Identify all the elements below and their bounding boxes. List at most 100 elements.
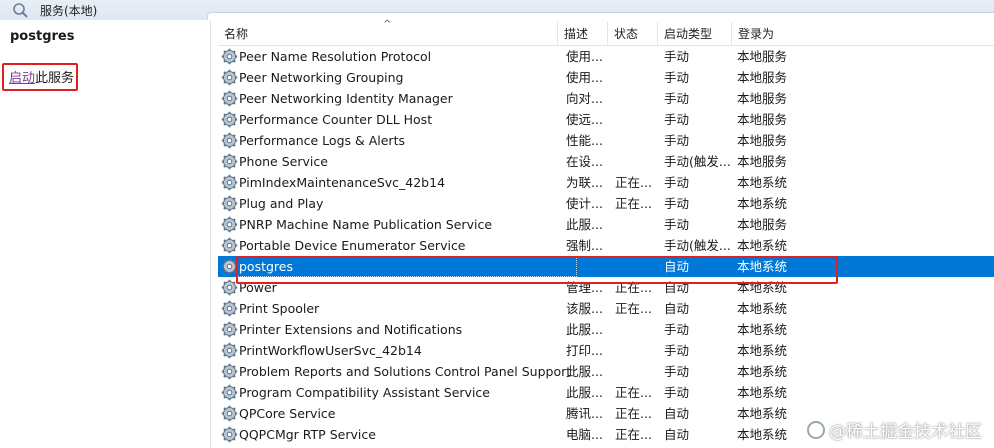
- service-row[interactable]: Peer Name Resolution Protocol 使用... 手动 本地服务: [218, 46, 994, 67]
- service-name: PrintWorkflowUserSvc_42b14: [239, 343, 422, 358]
- gear-icon: [221, 258, 238, 275]
- service-startup-type: 手动: [664, 217, 690, 232]
- service-startup-type: 手动: [664, 343, 690, 358]
- service-log-on-as: 本地服务: [737, 49, 788, 64]
- column-header-log-on-as[interactable]: 登录为: [732, 22, 994, 45]
- service-name: Plug and Play: [239, 196, 324, 211]
- watermark: @稀土掘金技术社区: [807, 417, 982, 442]
- service-startup-type: 自动: [664, 406, 690, 421]
- gear-icon: [221, 426, 238, 443]
- column-header-startup-type[interactable]: 启动类型: [658, 22, 732, 45]
- service-log-on-as: 本地服务: [737, 154, 788, 169]
- service-row[interactable]: PimIndexMaintenanceSvc_42b14 为联... 正在... 手动…: [218, 172, 994, 193]
- service-startup-type: 手动: [664, 91, 690, 106]
- service-description: 向对...: [566, 91, 603, 106]
- watermark-text: @稀土掘金技术社区: [829, 422, 982, 442]
- service-row[interactable]: Program Compatibility Assistant Service 此…: [218, 382, 994, 403]
- service-row[interactable]: Peer Networking Grouping 使用... 手动 本地服务: [218, 67, 994, 88]
- gear-icon: [221, 174, 238, 191]
- service-name: postgres: [239, 259, 293, 274]
- service-log-on-as: 本地系统: [737, 196, 788, 211]
- service-description: 该服...: [566, 301, 603, 316]
- service-log-on-as: 本地系统: [737, 301, 788, 316]
- service-startup-type: 手动: [664, 364, 690, 379]
- service-description: 打印...: [566, 343, 603, 358]
- service-name: PimIndexMaintenanceSvc_42b14: [239, 175, 446, 190]
- service-startup-type: 手动(触发...: [664, 238, 731, 253]
- service-description: 在设...: [566, 154, 603, 169]
- gear-icon: [221, 342, 238, 359]
- service-log-on-as: 本地系统: [737, 322, 788, 337]
- service-row[interactable]: Print Spooler 该服... 正在... 自动 本地系统: [218, 298, 994, 319]
- sort-ascending-icon: ^: [383, 19, 392, 30]
- service-row[interactable]: Problem Reports and Solutions Control Pa…: [218, 361, 994, 382]
- start-service-suffix: 此服务: [35, 71, 75, 86]
- window-title: 服务(本地): [40, 4, 98, 18]
- gear-icon: [221, 111, 238, 128]
- service-log-on-as: 本地服务: [737, 133, 788, 148]
- service-startup-type: 自动: [664, 301, 690, 316]
- gear-icon: [221, 90, 238, 107]
- service-row[interactable]: Performance Counter DLL Host 使远... 手动 本地服务: [218, 109, 994, 130]
- service-description: 使用...: [566, 49, 603, 64]
- service-row[interactable]: Peer Networking Identity Manager 向对... 手动 本…: [218, 88, 994, 109]
- service-log-on-as: 本地服务: [737, 112, 788, 127]
- service-startup-type: 手动: [664, 49, 690, 64]
- service-name: Performance Logs & Alerts: [239, 133, 405, 148]
- service-description: 电脑...: [566, 427, 603, 442]
- service-description: 使远...: [566, 112, 603, 127]
- service-name: Program Compatibility Assistant Service: [239, 385, 490, 400]
- gear-icon: [221, 69, 238, 86]
- service-row[interactable]: Plug and Play 使计... 正在... 手动 本地系统: [218, 193, 994, 214]
- service-startup-type: 手动: [664, 196, 690, 211]
- services-table-header: 名称 描述 状态 启动类型 登录为: [218, 22, 994, 46]
- gear-icon: [221, 279, 238, 296]
- watermark-logo-icon: [807, 420, 825, 439]
- column-header-description[interactable]: 描述: [558, 22, 608, 45]
- gear-icon: [221, 321, 238, 338]
- service-row[interactable]: Portable Device Enumerator Service 强制... 手…: [218, 235, 994, 256]
- service-description: 强制...: [566, 238, 603, 253]
- service-detail-panel: postgres 启动此服务: [0, 20, 211, 448]
- gear-icon: [221, 405, 238, 422]
- service-row[interactable]: Power 管理... 正在... 自动 本地系统: [218, 277, 994, 298]
- service-row[interactable]: Performance Logs & Alerts 性能... 手动 本地服务: [218, 130, 994, 151]
- service-status: 正在...: [615, 175, 652, 190]
- gear-icon: [221, 48, 238, 65]
- start-service-link[interactable]: 启动: [9, 71, 35, 86]
- service-name: Printer Extensions and Notifications: [239, 322, 463, 337]
- services-icon: [13, 3, 28, 18]
- service-row[interactable]: PNRP Machine Name Publication Service 此服.…: [218, 214, 994, 235]
- service-row[interactable]: PrintWorkflowUserSvc_42b14 打印... 手动 本地系统: [218, 340, 994, 361]
- service-log-on-as: 本地系统: [737, 259, 788, 274]
- service-log-on-as: 本地服务: [737, 70, 788, 85]
- service-description: 使用...: [566, 70, 603, 85]
- service-log-on-as: 本地系统: [737, 280, 788, 295]
- service-description: 管理...: [566, 280, 603, 295]
- service-log-on-as: 本地系统: [737, 238, 788, 253]
- service-description: 性能...: [566, 133, 603, 148]
- service-row[interactable]: postgres 自动 本地系统: [218, 256, 994, 277]
- service-name: Performance Counter DLL Host: [239, 112, 433, 127]
- service-status: 正在...: [615, 385, 652, 400]
- service-description: 此服...: [566, 385, 603, 400]
- service-log-on-as: 本地系统: [737, 175, 788, 190]
- service-description: 此服...: [566, 322, 603, 337]
- service-name: QQPCMgr RTP Service: [239, 427, 376, 442]
- gear-icon: [221, 384, 238, 401]
- service-status: 正在...: [615, 196, 652, 211]
- gear-icon: [221, 237, 238, 254]
- gear-icon: [221, 195, 238, 212]
- gear-icon: [221, 363, 238, 380]
- service-startup-type: 手动(触发...: [664, 154, 731, 169]
- service-description: 腾讯...: [566, 406, 603, 421]
- service-log-on-as: 本地系统: [737, 364, 788, 379]
- service-row[interactable]: Phone Service 在设... 手动(触发... 本地服务: [218, 151, 994, 172]
- service-name: Peer Name Resolution Protocol: [239, 49, 432, 64]
- service-status: 正在...: [615, 406, 652, 421]
- column-header-status[interactable]: 状态: [608, 22, 658, 45]
- service-status: 正在...: [615, 427, 652, 442]
- service-name: Print Spooler: [239, 301, 320, 316]
- service-description: 使计...: [566, 196, 603, 211]
- service-row[interactable]: Printer Extensions and Notifications 此服..…: [218, 319, 994, 340]
